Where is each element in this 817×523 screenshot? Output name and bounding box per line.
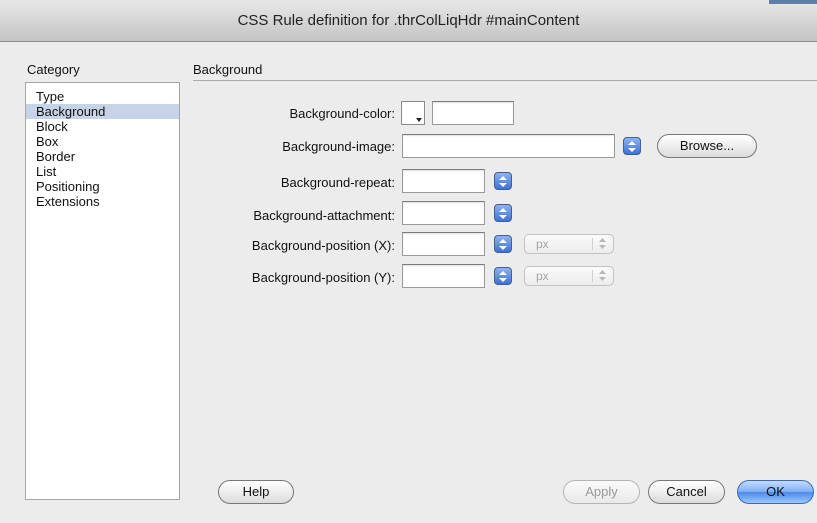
category-list[interactable]: Type Background Block Box Border List Po… [25,82,180,500]
background-image-dropdown[interactable] [623,137,641,155]
category-item-box[interactable]: Box [26,134,179,149]
category-item-extensions[interactable]: Extensions [26,194,179,209]
category-label: Category [27,62,80,77]
background-position-x-label: Background-position (X): [251,238,395,253]
cancel-button[interactable]: Cancel [648,480,725,504]
stepper-arrows-icon [599,238,606,249]
background-position-y-unit-select[interactable]: px [524,266,614,286]
category-item-positioning[interactable]: Positioning [26,179,179,194]
stepper-arrows-icon [499,175,507,187]
background-attachment-field[interactable] [402,201,485,225]
stepper-arrows-icon [628,140,636,152]
unit-select-value: px [536,269,549,283]
background-repeat-dropdown[interactable] [494,172,512,190]
stepper-arrows-icon [499,207,507,219]
category-item-type[interactable]: Type [26,89,179,104]
stepper-arrows-icon [499,270,507,282]
chevron-down-icon [416,118,422,122]
apply-button[interactable]: Apply [563,480,640,504]
ok-button[interactable]: OK [737,480,814,504]
background-color-field[interactable] [432,101,514,125]
category-item-block[interactable]: Block [26,119,179,134]
unit-select-divider [592,270,593,282]
background-color-label: Background-color: [289,106,396,121]
background-position-y-label: Background-position (Y): [251,270,395,285]
browse-button[interactable]: Browse... [657,134,757,158]
title-bar: CSS Rule definition for .thrColLiqHdr #m… [0,0,817,42]
color-swatch-button[interactable] [401,101,425,125]
background-position-x-unit-select[interactable]: px [524,234,614,254]
category-item-list[interactable]: List [26,164,179,179]
background-image-label: Background-image: [282,139,395,154]
background-position-x-dropdown[interactable] [494,235,512,253]
background-repeat-field[interactable] [402,169,485,193]
stepper-arrows-icon [599,270,606,281]
background-image-field[interactable] [402,134,615,158]
background-attachment-label: Background-attachment: [253,208,395,223]
title-bar-accent [769,0,817,4]
help-button[interactable]: Help [218,480,294,504]
background-position-y-dropdown[interactable] [494,267,512,285]
stepper-arrows-icon [499,238,507,250]
unit-select-divider [592,238,593,250]
unit-select-value: px [536,237,549,251]
window-title: CSS Rule definition for .thrColLiqHdr #m… [237,12,580,29]
background-attachment-dropdown[interactable] [494,204,512,222]
section-divider [193,80,817,81]
background-repeat-label: Background-repeat: [280,175,395,190]
section-title: Background [193,62,263,77]
category-item-border[interactable]: Border [26,149,179,164]
background-position-y-field[interactable] [402,264,485,288]
background-position-x-field[interactable] [402,232,485,256]
category-item-background[interactable]: Background [26,104,179,119]
